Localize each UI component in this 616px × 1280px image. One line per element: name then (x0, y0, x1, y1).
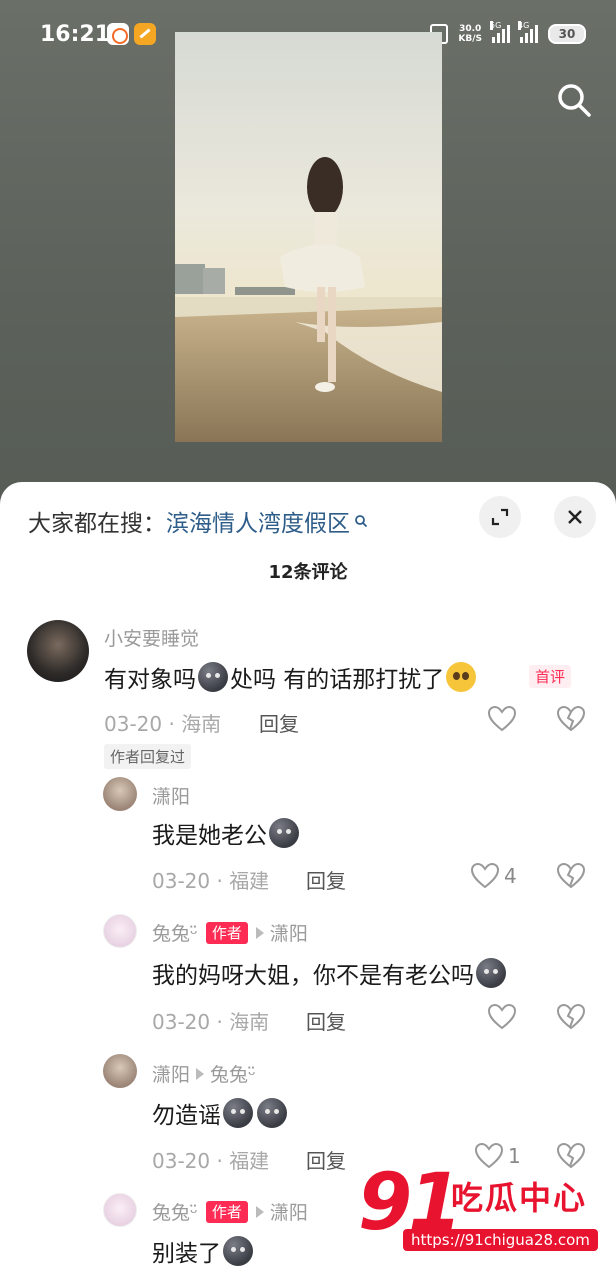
expand-icon (491, 508, 509, 526)
video-area[interactable]: 16:21 30.0 KB/S 5G 4G 30 (0, 0, 616, 500)
signal-4g-label: 4G (518, 21, 530, 30)
reply-text: 勿造谣 (152, 1096, 289, 1130)
network-speed-value: 30.0 (459, 24, 482, 34)
reply-username[interactable]: 潇阳 (152, 782, 190, 809)
status-icons: 30.0 KB/S 5G 4G 30 (430, 21, 586, 44)
watermark-logo: 91 吃瓜中心 https://91chigua28.com (358, 1163, 598, 1263)
reply-button[interactable]: 回复 (306, 1006, 346, 1035)
dark-face-emoji (476, 958, 506, 988)
reply-date-location: 03-20 · 福建 (152, 869, 270, 893)
author-badge: 作者 (205, 1200, 248, 1223)
comment-text-part2: 处吗 有的话那打扰了 (230, 667, 445, 693)
app-notification-icon-2 (134, 23, 156, 45)
dark-face-emoji (257, 1098, 287, 1128)
search-suggestion[interactable]: 大家都在搜： 滨海情人湾度假区 (28, 504, 368, 538)
heart-icon (470, 862, 500, 889)
comment-text-part1: 有对象吗 (104, 667, 196, 693)
comment-sheet: 大家都在搜： 滨海情人湾度假区 12条评论 小安要睡觉 有对象吗 处吗 有的话那… (0, 482, 616, 1280)
reply-text-content: 我的妈呀大姐，你不是有老公吗 (152, 963, 474, 989)
search-small-icon (355, 515, 368, 528)
watermark-title: 吃瓜中心 (451, 1179, 588, 1217)
signal-5g-label: 5G (490, 21, 502, 30)
battery-icon: 30 (548, 24, 586, 44)
reply-name-line: 兔兔ᵕ̈ 作者 潇阳 (152, 919, 308, 946)
comment-username[interactable]: 小安要睡觉 (104, 624, 199, 651)
avatar[interactable] (103, 1193, 137, 1227)
reply-to-username[interactable]: 潇阳 (270, 1198, 308, 1225)
broken-heart-icon[interactable] (556, 862, 586, 890)
video-thumbnail[interactable] (175, 32, 442, 442)
dark-face-emoji (223, 1098, 253, 1128)
status-time: 16:21 (40, 22, 111, 47)
first-comment-badge: 首评 (529, 665, 572, 688)
beach-photo (175, 32, 442, 442)
reply-text-content: 别装了 (152, 1241, 221, 1267)
reply-text: 我是她老公 (152, 816, 301, 850)
network-speed: 30.0 KB/S (458, 24, 482, 44)
broken-heart-icon[interactable] (556, 705, 586, 733)
heart-icon[interactable] (487, 705, 517, 733)
comment-count: 12条评论 (268, 562, 348, 583)
search-icon[interactable] (554, 80, 594, 120)
network-speed-unit: KB/S (458, 34, 482, 44)
broken-heart-icon[interactable] (556, 1003, 586, 1031)
avatar[interactable] (103, 1054, 137, 1088)
avatar[interactable] (103, 777, 137, 811)
author-badge: 作者 (205, 921, 248, 944)
pleading-face-emoji (446, 662, 477, 692)
reply-name-line: 潇阳 兔兔ᵕ̈ (152, 1060, 256, 1087)
reply-text-content: 我是她老公 (152, 823, 267, 849)
search-suggestion-link[interactable]: 滨海情人湾度假区 (166, 504, 350, 538)
reply-button[interactable]: 回复 (306, 1145, 346, 1174)
reply-to-arrow-icon (255, 926, 264, 939)
signal-5g-icon: 5G (490, 21, 510, 43)
reply-to-username[interactable]: 兔兔ᵕ̈ (210, 1060, 256, 1087)
author-replied-badge: 作者回复过 (104, 744, 192, 769)
dark-face-emoji (198, 662, 228, 692)
reply-username[interactable]: 兔兔ᵕ̈ (152, 1198, 198, 1225)
signal-4g-icon: 4G (518, 21, 538, 43)
reply-name-line: 兔兔ᵕ̈ 作者 潇阳 (152, 1198, 308, 1225)
reply-to-arrow-icon (255, 1205, 264, 1218)
close-button[interactable] (554, 496, 596, 538)
reply-to-username[interactable]: 潇阳 (270, 919, 308, 946)
like-button[interactable]: 4 (470, 862, 517, 890)
reply-text: 别装了 (152, 1234, 255, 1268)
reply-username[interactable]: 潇阳 (152, 1060, 190, 1087)
reply-username[interactable]: 兔兔ᵕ̈ (152, 919, 198, 946)
like-count: 4 (504, 864, 517, 888)
avatar[interactable] (103, 914, 137, 948)
dark-face-emoji (223, 1236, 253, 1266)
reply-text: 我的妈呀大姐，你不是有老公吗 (152, 956, 508, 990)
reply-button[interactable]: 回复 (259, 708, 299, 737)
comment-date-location: 03-20 · 海南 (104, 712, 222, 736)
reply-text-content: 勿造谣 (152, 1103, 221, 1129)
watermark-url: https://91chigua28.com (403, 1229, 598, 1251)
reply-date-location: 03-20 · 福建 (152, 1149, 270, 1173)
heart-icon[interactable] (487, 1003, 517, 1031)
reply-to-arrow-icon (196, 1067, 205, 1080)
close-icon (568, 510, 582, 524)
avatar[interactable] (27, 620, 89, 682)
reply-date-location: 03-20 · 海南 (152, 1010, 270, 1034)
reply-button[interactable]: 回复 (306, 865, 346, 894)
comment-text: 有对象吗 处吗 有的话那打扰了 (104, 660, 477, 694)
expand-button[interactable] (479, 496, 521, 538)
app-notification-icon (107, 23, 129, 45)
search-suggestion-prefix: 大家都在搜： (28, 511, 166, 537)
dark-face-emoji (269, 818, 299, 848)
